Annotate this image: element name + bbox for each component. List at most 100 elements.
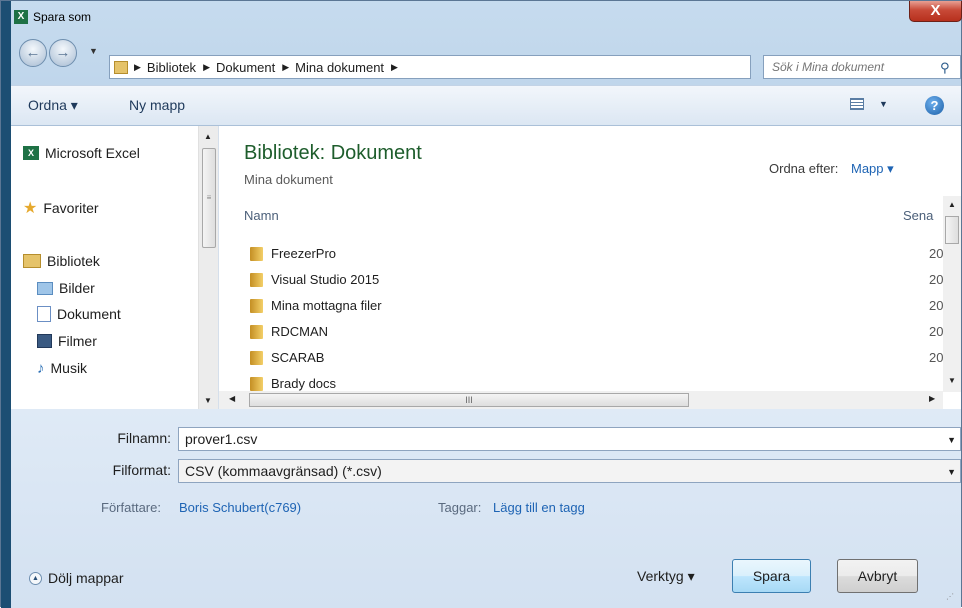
window-title: Spara som — [33, 10, 92, 24]
folder-icon — [250, 247, 263, 261]
content-vertical-scrollbar[interactable]: ▲ ▼ — [943, 196, 961, 392]
nav-scroll-thumb[interactable]: ≡ — [202, 148, 216, 248]
author-value[interactable]: Boris Schubert(c769) — [179, 500, 301, 515]
help-icon[interactable]: ? — [925, 96, 944, 115]
address-bar[interactable]: ▶ Bibliotek ▶ Dokument ▶ Mina dokument ▶… — [109, 55, 842, 79]
format-value[interactable]: CSV (kommaavgränsad) (*.csv) — [185, 463, 382, 479]
file-row[interactable]: Visual Studio 2015 2019 — [244, 270, 958, 294]
navigation-pane: X Microsoft Excel ★ Favoriter Bibliotek … — [11, 126, 219, 450]
format-dropdown-icon[interactable]: ▼ — [947, 467, 956, 477]
breadcrumb-dokument[interactable]: Dokument — [216, 60, 275, 75]
sidebar-item-label: Filmer — [58, 333, 97, 349]
search-icon[interactable]: ⚲ — [940, 60, 950, 76]
filename-label: Filnamn: — [117, 430, 171, 446]
breadcrumb-bibliotek[interactable]: Bibliotek — [147, 60, 196, 75]
sidebar-item-bilder[interactable]: Bilder — [37, 277, 95, 299]
arrange-by-dropdown[interactable]: Mapp ▾ — [851, 161, 894, 177]
view-options-icon[interactable] — [850, 98, 864, 110]
breadcrumb-arrow-icon[interactable]: ▶ — [282, 62, 289, 73]
sidebar-item-filmer[interactable]: Filmer — [37, 330, 97, 352]
arrange-by-label: Ordna efter: — [769, 161, 839, 176]
file-row[interactable]: Mina mottagna filer 2019 — [244, 296, 958, 320]
format-label: Filformat: — [112, 462, 171, 478]
tools-button[interactable]: Verktyg ▾ — [637, 568, 695, 585]
cancel-button[interactable]: Avbryt — [837, 559, 918, 593]
sidebar-item-label: Musik — [50, 360, 88, 376]
window-edge — [1, 1, 11, 608]
folder-icon — [250, 377, 263, 391]
filename-dropdown-icon[interactable]: ▼ — [947, 435, 956, 445]
scroll-up-icon[interactable]: ▲ — [948, 200, 956, 209]
author-label: Författare: — [101, 500, 161, 515]
nav-scrollbar[interactable]: ▲ ≡ ▼ — [198, 126, 218, 409]
search-input[interactable] — [764, 56, 932, 78]
filename-value[interactable]: prover1.csv — [185, 431, 257, 447]
folder-icon — [250, 351, 263, 365]
content-horizontal-scrollbar[interactable]: ◀ III ▶ — [219, 391, 943, 409]
save-as-dialog: X Spara som X ← → ▼ ▶ Bibliotek ▶ Dokume… — [0, 0, 962, 608]
file-row[interactable]: FreezerPro 2019 — [244, 244, 958, 268]
file-name: Brady docs — [271, 376, 337, 391]
sidebar-item-microsoft-excel[interactable]: X Microsoft Excel — [23, 142, 140, 164]
breadcrumb-arrow-icon: ▶ — [134, 61, 141, 72]
search-box[interactable]: ⚲ — [763, 55, 961, 79]
content-vscroll-thumb[interactable] — [945, 216, 959, 244]
file-name: Mina mottagna filer — [271, 298, 382, 313]
sidebar-item-label: Favoriter — [43, 200, 99, 216]
file-name: RDCMAN — [271, 324, 329, 339]
pictures-icon — [37, 281, 53, 295]
tags-value[interactable]: Lägg till en tagg — [493, 500, 585, 515]
excel-icon: X — [14, 10, 28, 24]
collapse-icon: ▲ — [29, 571, 42, 585]
filename-input[interactable]: prover1.csv ▼ — [178, 427, 961, 451]
sidebar-item-dokument[interactable]: Dokument — [37, 303, 121, 325]
music-icon: ♪ — [37, 359, 45, 377]
toolbar: Ordna ▾ Ny mapp ▼ ? — [11, 85, 961, 126]
column-header-name[interactable]: Namn — [244, 208, 279, 223]
file-row[interactable]: RDCMAN 2019 — [244, 322, 958, 346]
file-name: SCARAB — [271, 350, 325, 365]
back-button[interactable]: ← — [19, 39, 47, 67]
library-icon — [23, 254, 41, 268]
save-button[interactable]: Spara — [732, 559, 811, 593]
folder-location-icon — [114, 60, 128, 74]
close-button[interactable]: X — [909, 1, 962, 22]
hide-folders-button[interactable]: ▲ Dölj mappar — [29, 570, 123, 586]
file-row[interactable]: SCARAB 2019 — [244, 348, 958, 372]
file-row[interactable]: Brady docs 2018 — [244, 374, 924, 391]
organize-button[interactable]: Ordna ▾ — [28, 97, 78, 114]
hide-folders-label: Dölj mappar — [48, 570, 124, 586]
resize-grip-icon[interactable]: ⋰ — [946, 592, 954, 601]
breadcrumb-arrow-icon[interactable]: ▶ — [203, 62, 210, 73]
view-dropdown-icon[interactable]: ▼ — [879, 99, 888, 109]
new-folder-button[interactable]: Ny mapp — [129, 97, 185, 113]
folder-icon — [250, 273, 263, 287]
scroll-right-icon[interactable]: ▶ — [929, 394, 935, 403]
content-pane: Bibliotek: Dokument Mina dokument Ordna … — [219, 126, 961, 409]
sidebar-item-label: Microsoft Excel — [45, 145, 140, 161]
format-select[interactable]: CSV (kommaavgränsad) (*.csv) ▼ — [178, 459, 961, 483]
forward-button[interactable]: → — [49, 39, 77, 67]
library-subtitle: Mina dokument — [244, 172, 333, 187]
tags-label: Taggar: — [438, 500, 482, 515]
sidebar-item-label: Bilder — [59, 280, 95, 296]
breadcrumb-arrow-icon[interactable]: ▶ — [391, 62, 398, 73]
sidebar-item-musik[interactable]: ♪ Musik — [37, 357, 87, 379]
library-title: Bibliotek: Dokument — [244, 142, 422, 164]
content-hscroll-thumb[interactable]: III — [249, 393, 689, 407]
star-icon: ★ — [23, 200, 38, 217]
navigation-bar: ← → ▼ ▶ Bibliotek ▶ Dokument ▶ Mina doku… — [11, 31, 961, 85]
documents-icon — [37, 306, 51, 322]
history-dropdown-icon[interactable]: ▼ — [89, 46, 98, 56]
sidebar-item-favoriter[interactable]: ★ Favoriter — [23, 197, 99, 219]
scroll-down-icon[interactable]: ▼ — [204, 396, 212, 405]
sidebar-item-label: Dokument — [57, 306, 121, 322]
column-header-date[interactable]: Sena — [903, 208, 933, 223]
sidebar-item-bibliotek[interactable]: Bibliotek — [23, 250, 100, 272]
scroll-up-icon[interactable]: ▲ — [204, 132, 212, 141]
title-bar: X Spara som X — [11, 1, 962, 31]
scroll-left-icon[interactable]: ◀ — [229, 394, 235, 403]
scroll-down-icon[interactable]: ▼ — [948, 376, 956, 385]
breadcrumb-mina-dokument[interactable]: Mina dokument — [295, 60, 384, 75]
folder-icon — [250, 299, 263, 313]
